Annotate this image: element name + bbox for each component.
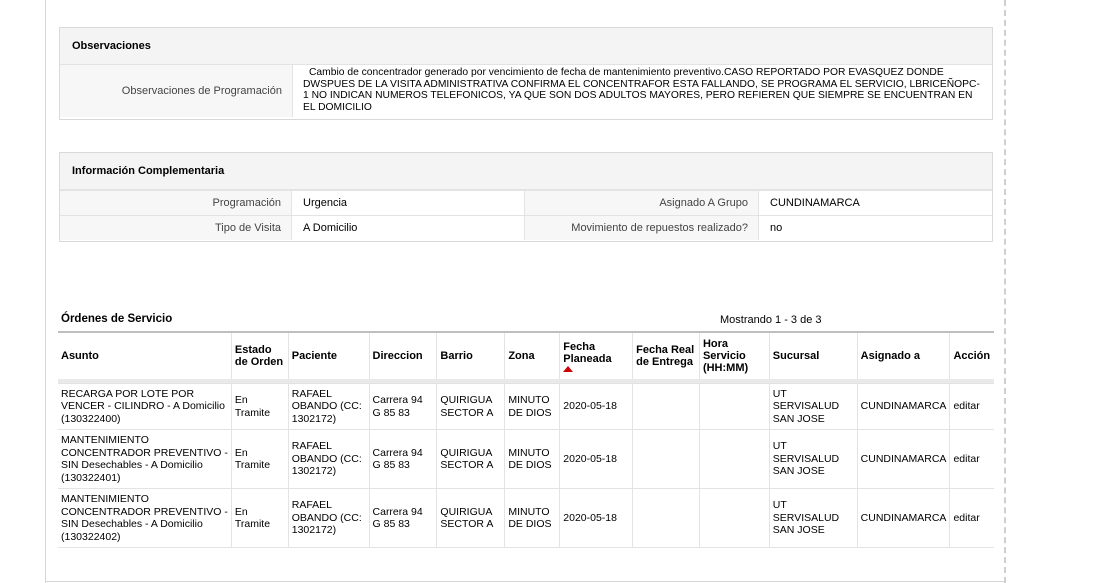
- cell-accion: editar: [949, 488, 994, 548]
- cell-direccion: Carrera 94 G 85 83: [369, 383, 438, 430]
- cell-paciente: RAFAEL OBANDO (CC: 1302172): [288, 429, 370, 489]
- cell-hora: [699, 429, 770, 489]
- fecha-planeada-label: Fecha Planeada: [563, 340, 612, 365]
- cell-estado: En Tramite: [231, 429, 289, 489]
- info-row: Tipo de Visita A Domicilio Movimiento de…: [60, 215, 992, 240]
- table-header-row: Asunto Estado de Orden Paciente Direccio…: [58, 331, 994, 379]
- column-header-asignado[interactable]: Asignado a: [857, 331, 951, 379]
- ordenes-pagination-count: Mostrando 1 - 3 de 3: [720, 314, 822, 326]
- column-header-estado[interactable]: Estado de Orden: [231, 331, 289, 379]
- observaciones-text: Cambio de concentrador generado por venc…: [292, 65, 992, 117]
- cell-sucursal: UT SERVISALUD SAN JOSE: [769, 383, 858, 430]
- column-header-paciente[interactable]: Paciente: [288, 331, 370, 379]
- movimiento-repuestos-label: Movimiento de repuestos realizado?: [525, 216, 758, 240]
- informacion-complementaria-title: Información Complementaria: [60, 153, 992, 190]
- cell-zona: MINUTO DE DIOS: [504, 383, 561, 430]
- cell-accion: editar: [949, 383, 994, 430]
- cell-fecha-real: [632, 383, 700, 430]
- cell-zona: MINUTO DE DIOS: [504, 429, 561, 489]
- cell-direccion: Carrera 94 G 85 83: [369, 429, 438, 489]
- cell-hora: [699, 488, 770, 548]
- column-header-direccion[interactable]: Direccion: [369, 331, 438, 379]
- informacion-complementaria-panel: Información Complementaria Programación …: [59, 152, 993, 242]
- cell-barrio: QUIRIGUA SECTOR A: [436, 429, 506, 489]
- page-bottom-border: [45, 581, 1005, 582]
- cell-asignado: CUNDINAMARCA: [857, 429, 951, 489]
- observaciones-panel: Observaciones Observaciones de Programac…: [59, 27, 993, 120]
- table-row: RECARGA POR LOTE POR VENCER - CILINDRO -…: [58, 383, 994, 430]
- table-row: MANTENIMIENTO CONCENTRADOR PREVENTIVO - …: [58, 488, 994, 548]
- observaciones-row: Observaciones de Programación Cambio de …: [60, 65, 992, 117]
- cell-asignado: CUNDINAMARCA: [857, 383, 951, 430]
- cell-asunto: RECARGA POR LOTE POR VENCER - CILINDRO -…: [58, 383, 232, 430]
- cell-paciente: RAFAEL OBANDO (CC: 1302172): [288, 383, 370, 430]
- cell-estado: En Tramite: [231, 488, 289, 548]
- asignado-grupo-value: CUNDINAMARCA: [758, 191, 992, 215]
- info-row: Programación Urgencia Asignado A Grupo C…: [60, 190, 992, 215]
- cell-barrio: QUIRIGUA SECTOR A: [436, 488, 506, 548]
- page-left-border: [45, 0, 46, 583]
- cell-fecha-planeada: 2020-05-18: [559, 383, 634, 430]
- cell-zona: MINUTO DE DIOS: [504, 488, 561, 548]
- column-header-sucursal[interactable]: Sucursal: [769, 331, 858, 379]
- cell-asunto: MANTENIMIENTO CONCENTRADOR PREVENTIVO - …: [58, 429, 232, 489]
- editar-link[interactable]: editar: [953, 512, 979, 524]
- tipo-visita-value: A Domicilio: [291, 216, 525, 240]
- column-header-fecha-planeada[interactable]: Fecha Planeada: [559, 331, 634, 379]
- editar-link[interactable]: editar: [953, 453, 979, 465]
- cell-barrio: QUIRIGUA SECTOR A: [436, 383, 506, 430]
- asignado-grupo-label: Asignado A Grupo: [525, 191, 758, 215]
- editar-link[interactable]: editar: [953, 400, 979, 412]
- cell-direccion: Carrera 94 G 85 83: [369, 488, 438, 548]
- cell-paciente: RAFAEL OBANDO (CC: 1302172): [288, 488, 370, 548]
- column-header-accion: Acción: [949, 331, 994, 379]
- cell-sucursal: UT SERVISALUD SAN JOSE: [769, 429, 858, 489]
- column-header-fecha-real[interactable]: Fecha Real de Entrega: [632, 331, 700, 379]
- cell-asignado: CUNDINAMARCA: [857, 488, 951, 548]
- sort-ascending-icon[interactable]: [563, 365, 574, 372]
- ordenes-title: Órdenes de Servicio: [61, 313, 173, 325]
- cell-fecha-real: [632, 429, 700, 489]
- tipo-visita-label: Tipo de Visita: [60, 216, 291, 240]
- cell-accion: editar: [949, 429, 994, 489]
- movimiento-repuestos-value: no: [758, 216, 992, 240]
- observaciones-label: Observaciones de Programación: [60, 65, 292, 117]
- cell-estado: En Tramite: [231, 383, 289, 430]
- programacion-value: Urgencia: [291, 191, 525, 215]
- column-header-zona[interactable]: Zona: [504, 331, 561, 379]
- cell-fecha-real: [632, 488, 700, 548]
- programacion-label: Programación: [60, 191, 291, 215]
- cell-fecha-planeada: 2020-05-18: [559, 488, 634, 548]
- cell-asunto: MANTENIMIENTO CONCENTRADOR PREVENTIVO - …: [58, 488, 232, 548]
- page-right-dashed-border: [1004, 0, 1006, 583]
- cell-hora: [699, 383, 770, 430]
- observaciones-title: Observaciones: [60, 28, 992, 65]
- column-header-hora-servicio[interactable]: Hora Servicio (HH:MM): [699, 331, 770, 379]
- ordenes-table: Asunto Estado de Orden Paciente Direccio…: [58, 331, 994, 548]
- cell-sucursal: UT SERVISALUD SAN JOSE: [769, 488, 858, 548]
- cell-fecha-planeada: 2020-05-18: [559, 429, 634, 489]
- column-header-barrio[interactable]: Barrio: [436, 331, 506, 379]
- column-header-asunto[interactable]: Asunto: [58, 331, 232, 379]
- table-row: MANTENIMIENTO CONCENTRADOR PREVENTIVO - …: [58, 429, 994, 489]
